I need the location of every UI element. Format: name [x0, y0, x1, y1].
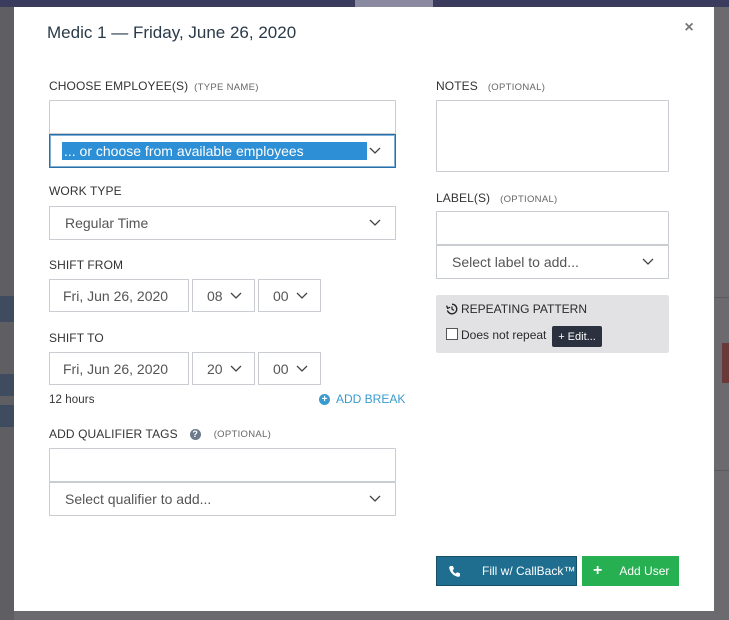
work-type-value: Regular Time [65, 215, 149, 231]
employee-name-input[interactable] [49, 100, 396, 134]
shift-from-date: Fri, Jun 26, 2020 [63, 287, 169, 304]
qualifier-tags-hint: (OPTIONAL) [213, 428, 272, 440]
modal-title: Medic 1 — Friday, June 26, 2020 [47, 23, 297, 42]
background-strip [0, 374, 14, 396]
notes-label-text: NOTES [436, 79, 478, 93]
chevron-down-icon [369, 495, 381, 502]
add-break-link[interactable]: + ADD BREAK [319, 392, 405, 406]
background-topbar-tab [355, 0, 433, 7]
edit-repeat-button[interactable]: + Edit... [552, 326, 602, 347]
labels-label-text: LABEL(S) [436, 191, 491, 205]
work-type-dropdown[interactable]: Regular Time [49, 206, 396, 240]
qualifier-tags-input[interactable] [49, 448, 396, 482]
add-user-button[interactable]: + Add User [582, 556, 679, 586]
labels-input[interactable] [436, 211, 669, 245]
shift-to-hour-select[interactable]: 20 [192, 352, 255, 385]
shift-from-hour-select[interactable]: 08 [192, 279, 255, 312]
shift-from-date-input[interactable]: Fri, Jun 26, 2020 [49, 279, 189, 312]
does-not-repeat-label: Does not repeat [461, 328, 547, 342]
chevron-down-icon [230, 292, 242, 299]
repeating-pattern-title-text: REPEATING PATTERN [461, 302, 588, 316]
notes-hint: (OPTIONAL) [487, 82, 546, 93]
shift-duration: 12 hours [49, 394, 95, 406]
shift-to-minute-select[interactable]: 00 [258, 352, 321, 385]
labels-hint: (OPTIONAL) [500, 194, 558, 205]
fill-with-callback-button[interactable]: Fill w/ CallBack™ [436, 556, 577, 586]
background-shift-block [722, 343, 729, 383]
shift-from-minute: 00 [273, 287, 289, 304]
labels-label: LABEL(S) (OPTIONAL) [436, 191, 558, 205]
chevron-down-icon [369, 219, 381, 226]
plus-circle-icon: + [319, 393, 330, 405]
question-circle-icon[interactable]: ? [189, 428, 201, 440]
chevron-down-icon [369, 147, 381, 154]
employees-label-text: CHOOSE EMPLOYEE(S) [49, 79, 189, 93]
phone-icon [449, 565, 460, 577]
plus-icon: + [593, 562, 603, 579]
repeating-pattern-panel: REPEATING PATTERN Does not repeat + Edit… [436, 295, 669, 353]
chevron-down-icon [296, 365, 308, 372]
shift-from-minute-select[interactable]: 00 [258, 279, 321, 312]
chevron-down-icon [642, 258, 654, 265]
notes-textarea[interactable] [436, 100, 669, 172]
qualifier-tags-placeholder: Select qualifier to add... [65, 491, 212, 507]
background-strip [0, 405, 14, 427]
qualifier-tags-label: ADD QUALIFIER TAGS ? (OPTIONAL) [49, 427, 271, 441]
shift-to-label: SHIFT TO [49, 331, 104, 345]
add-shift-modal: Medic 1 — Friday, June 26, 2020 × CHOOSE… [14, 7, 714, 611]
shift-to-minute: 00 [273, 360, 289, 377]
background-row-line [714, 470, 729, 471]
shift-from-label: SHIFT FROM [49, 258, 124, 272]
notes-label: NOTES (OPTIONAL) [436, 79, 545, 93]
employees-label: CHOOSE EMPLOYEE(S) (TYPE NAME) [49, 79, 259, 93]
add-user-label: Add User [619, 564, 670, 578]
shift-to-date: Fri, Jun 26, 2020 [63, 360, 169, 377]
fill-with-callback-label: Fill w/ CallBack™ [482, 564, 576, 578]
qualifier-tags-dropdown[interactable]: Select qualifier to add... [49, 482, 396, 516]
history-icon [446, 303, 458, 315]
background-row-line [714, 297, 729, 298]
chevron-down-icon [230, 365, 242, 372]
repeating-pattern-title: REPEATING PATTERN [446, 302, 587, 316]
background-strip [0, 296, 14, 322]
available-employees-dropdown[interactable]: ... or choose from available employees [49, 134, 396, 168]
work-type-label: WORK TYPE [49, 184, 122, 198]
available-employees-selected: ... or choose from available employees [62, 142, 367, 160]
background-topbar [0, 0, 729, 7]
does-not-repeat-checkbox[interactable] [446, 328, 458, 340]
labels-placeholder: Select label to add... [452, 254, 579, 270]
qualifier-tags-label-text: ADD QUALIFIER TAGS [49, 427, 178, 441]
shift-to-date-input[interactable]: Fri, Jun 26, 2020 [49, 352, 189, 385]
labels-dropdown[interactable]: Select label to add... [436, 245, 669, 279]
add-break-label: ADD BREAK [336, 392, 406, 406]
shift-from-hour: 08 [207, 287, 223, 304]
close-icon[interactable]: × [682, 19, 696, 37]
chevron-down-icon [296, 292, 308, 299]
employees-hint: (TYPE NAME) [194, 82, 259, 93]
background-calendar-edge [714, 7, 729, 620]
shift-to-hour: 20 [207, 360, 223, 377]
